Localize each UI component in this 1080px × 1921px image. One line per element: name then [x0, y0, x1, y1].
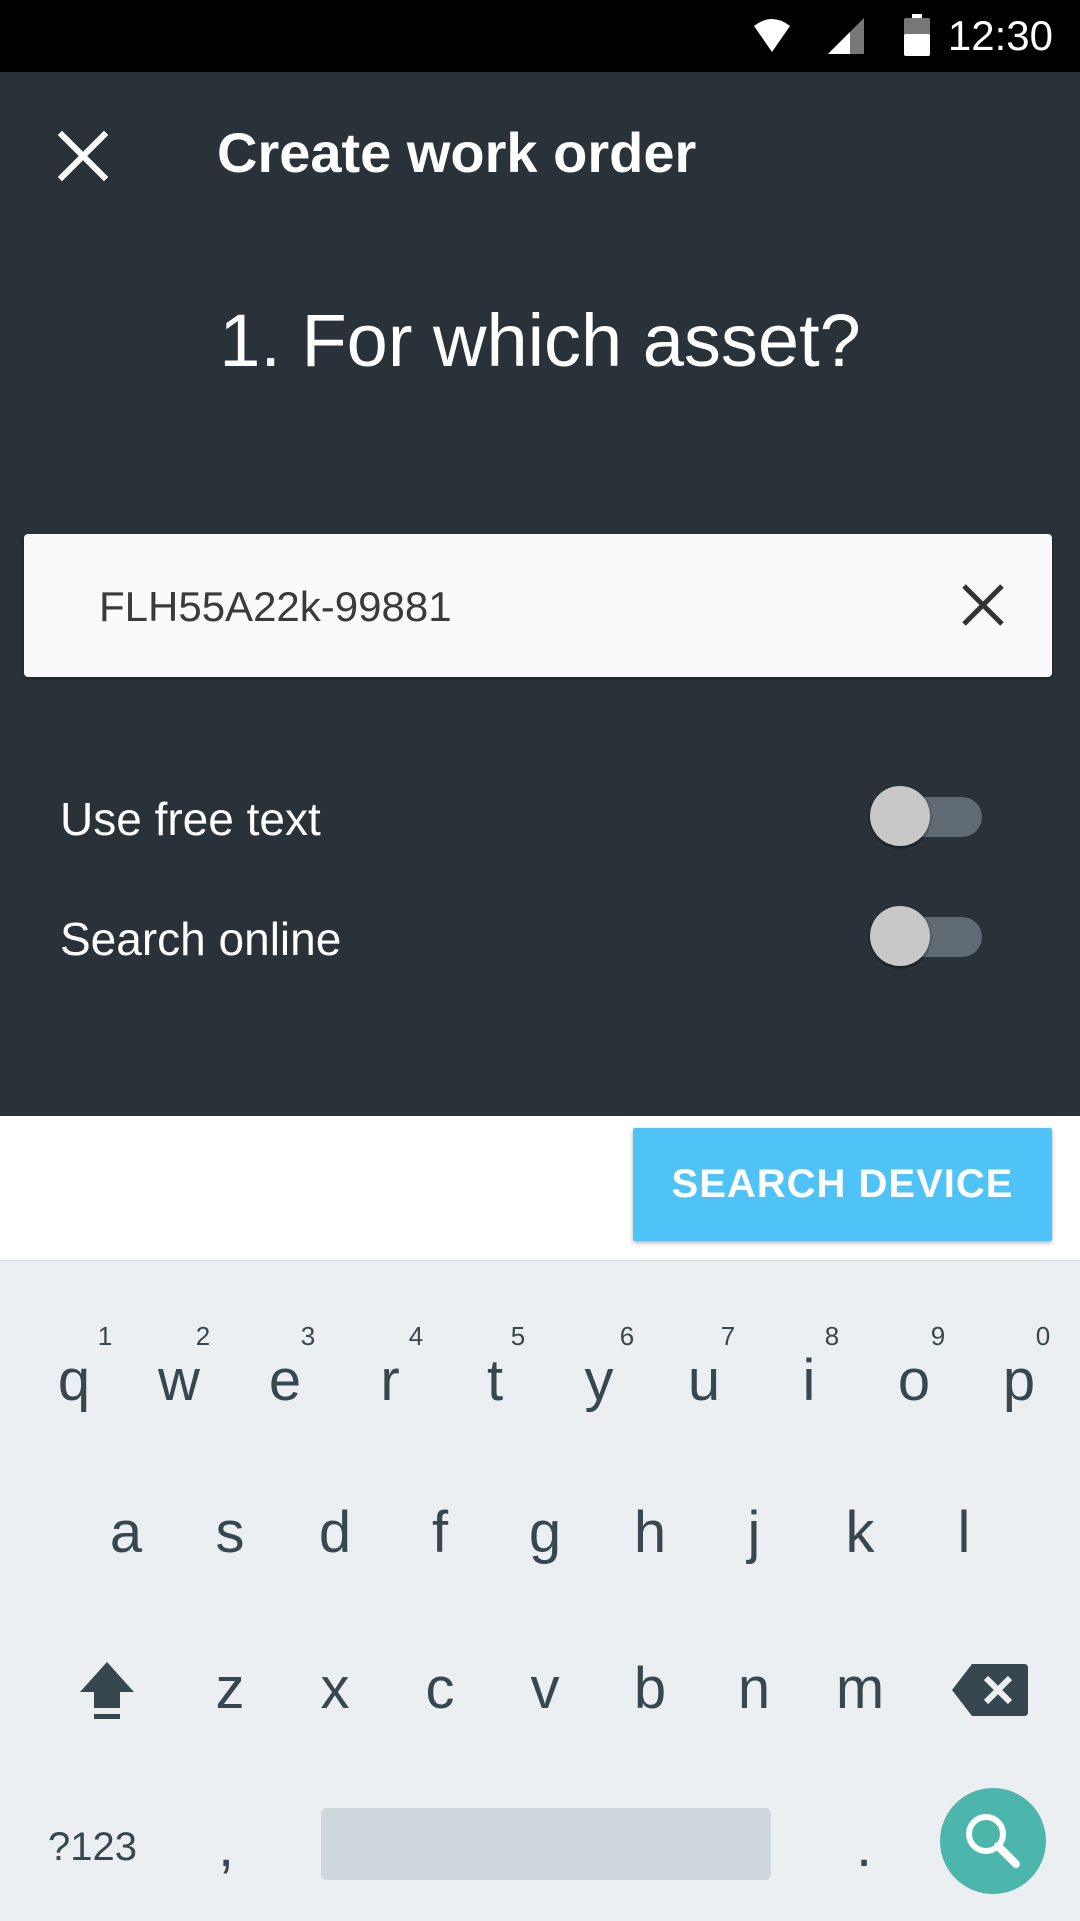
keyboard-search-button[interactable]	[940, 1788, 1046, 1894]
key-j[interactable]: j	[714, 1498, 794, 1568]
key-w[interactable]: w	[139, 1346, 219, 1416]
step-title: 1. For which asset?	[219, 299, 861, 382]
status-bar: 12:30	[0, 0, 1080, 72]
battery-icon	[904, 14, 930, 56]
key-i[interactable]: i	[769, 1346, 849, 1416]
wifi-icon	[754, 19, 790, 52]
search-online-toggle[interactable]	[870, 906, 986, 966]
key-a[interactable]: a	[86, 1498, 166, 1568]
status-time: 12:30	[947, 12, 1053, 59]
search-icon	[966, 1814, 1020, 1868]
key-p[interactable]: p	[979, 1346, 1059, 1416]
key-s[interactable]: s	[190, 1498, 270, 1568]
close-button[interactable]	[52, 125, 114, 187]
search-online-label: Search online	[60, 913, 342, 965]
clear-icon	[962, 584, 1004, 626]
key-b[interactable]: b	[610, 1654, 690, 1724]
key-h[interactable]: h	[610, 1498, 690, 1568]
close-icon	[57, 130, 109, 182]
key-k[interactable]: k	[820, 1498, 900, 1568]
key-z[interactable]: z	[190, 1654, 270, 1724]
free-text-toggle[interactable]	[870, 786, 986, 846]
key-y[interactable]: y	[559, 1346, 639, 1416]
key-t[interactable]: t	[455, 1346, 535, 1416]
key-n[interactable]: n	[714, 1654, 794, 1724]
clear-input-button[interactable]	[952, 574, 1014, 636]
key-r[interactable]: r	[350, 1346, 430, 1416]
key-v[interactable]: v	[505, 1654, 585, 1724]
cell-signal-icon	[828, 18, 864, 54]
free-text-label: Use free text	[60, 793, 321, 845]
key-g[interactable]: g	[505, 1498, 585, 1568]
backspace-icon	[952, 1664, 1028, 1716]
shift-key[interactable]	[72, 1654, 142, 1724]
asset-input-value[interactable]: FLH55A22k-99881	[99, 582, 452, 632]
symbols-key[interactable]: ?123	[48, 1822, 158, 1872]
asset-input[interactable]: FLH55A22k-99881	[24, 534, 1052, 677]
key-l[interactable]: l	[924, 1498, 1004, 1568]
spacebar[interactable]	[321, 1808, 771, 1880]
key-o[interactable]: o	[874, 1346, 954, 1416]
comma-key[interactable]: ,	[186, 1812, 266, 1882]
key-e[interactable]: e	[245, 1346, 325, 1416]
backspace-key[interactable]	[950, 1660, 1030, 1720]
key-x[interactable]: x	[295, 1654, 375, 1724]
key-u[interactable]: u	[664, 1346, 744, 1416]
key-c[interactable]: c	[400, 1654, 480, 1724]
key-m[interactable]: m	[820, 1654, 900, 1724]
search-device-button[interactable]: SEARCH DEVICE	[633, 1128, 1052, 1241]
key-d[interactable]: d	[295, 1498, 375, 1568]
key-q[interactable]: q	[34, 1346, 114, 1416]
shift-icon	[80, 1662, 134, 1719]
period-key[interactable]: .	[824, 1812, 904, 1882]
page-title: Create work order	[217, 121, 697, 184]
key-f[interactable]: f	[400, 1498, 480, 1568]
